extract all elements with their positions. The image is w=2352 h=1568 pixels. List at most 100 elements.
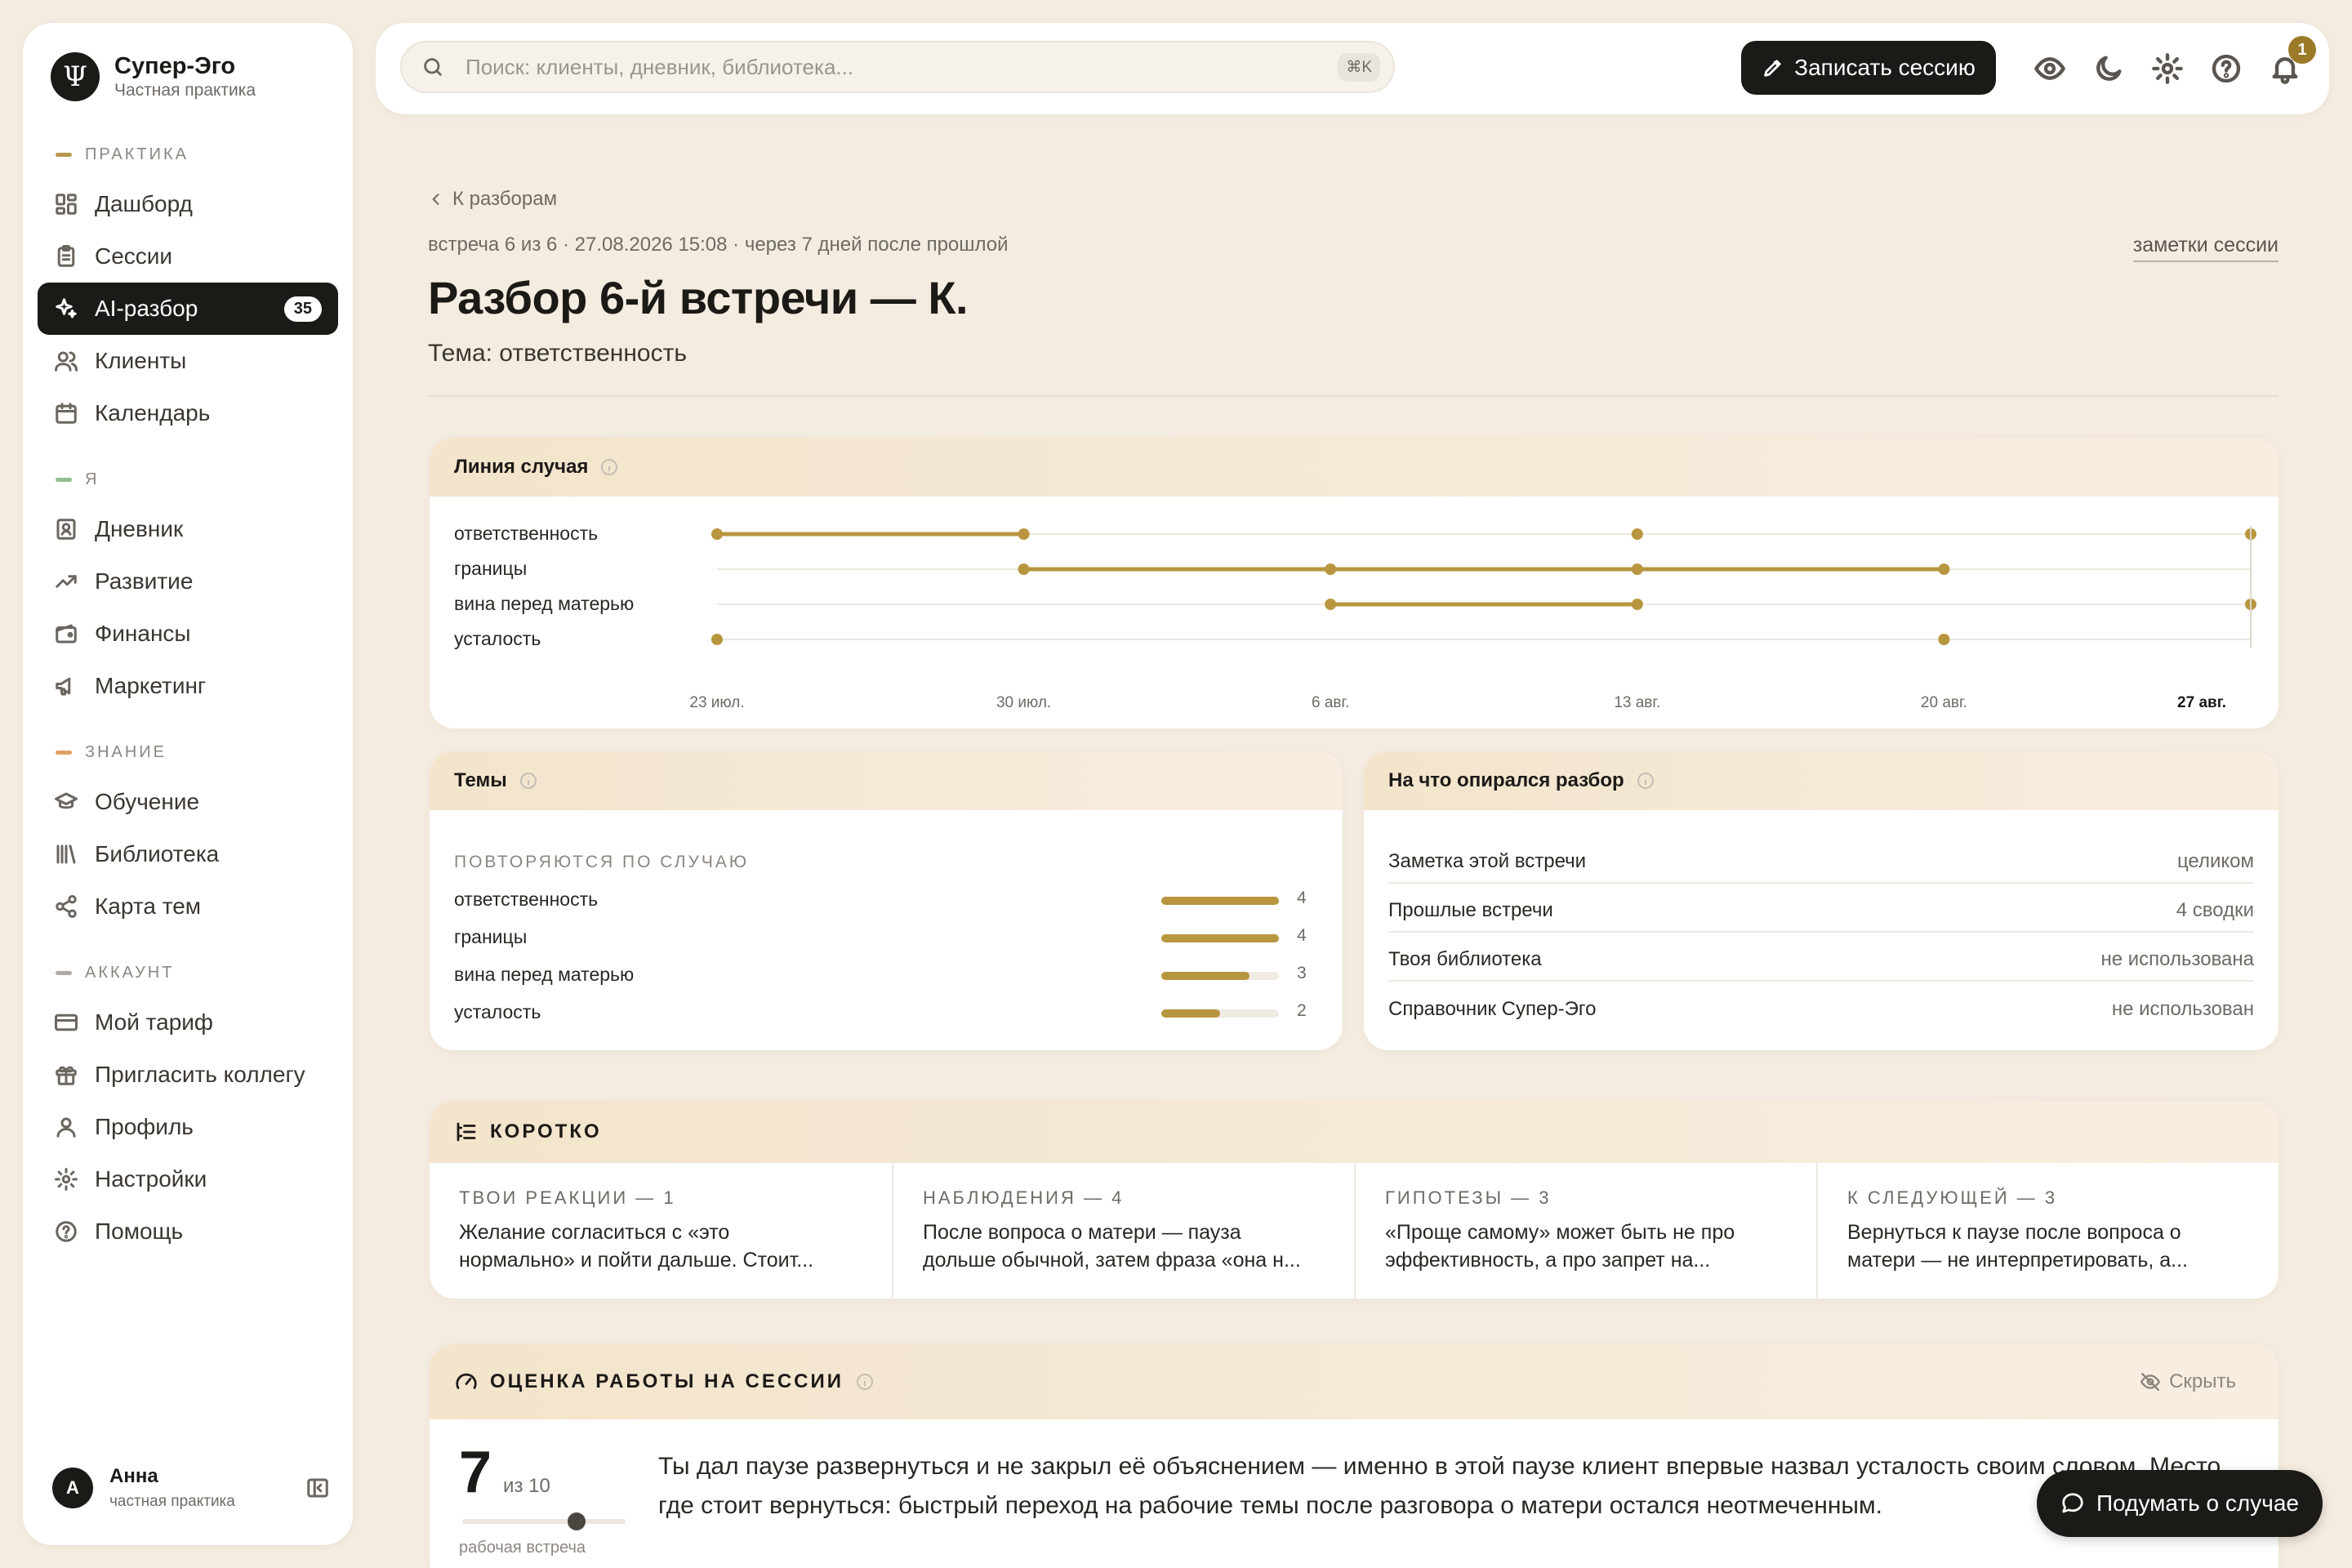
sidebar-item-label: Сессии	[95, 243, 173, 269]
sidebar-item-learning[interactable]: Обучение	[38, 776, 338, 828]
sidebar-item-finance[interactable]: Финансы	[38, 608, 338, 660]
search-shortcut: ⌘K	[1338, 52, 1380, 82]
search-input[interactable]	[466, 54, 1282, 80]
evaluation-line: где стоит вернуться: быстрый переход на …	[658, 1492, 1882, 1519]
theme-bar-track	[1161, 934, 1279, 942]
section-dash	[56, 751, 72, 755]
info-icon[interactable]	[519, 771, 538, 791]
brief-column[interactable]: НАБЛЮДЕНИЯ — 4 После вопроса о матери — п…	[892, 1163, 1354, 1298]
theme-count: 4	[1297, 889, 1307, 907]
theme-row[interactable]: ответственность 4	[454, 889, 1320, 913]
timeline-point[interactable]	[1631, 528, 1643, 540]
score-track	[462, 1519, 626, 1524]
journal-icon	[56, 519, 76, 540]
info-icon[interactable]	[599, 457, 619, 477]
graduation-icon	[55, 792, 78, 809]
help-icon[interactable]	[2210, 52, 2243, 85]
record-session-label: Записать сессию	[1794, 55, 1976, 80]
timeline-point[interactable]	[1631, 564, 1643, 575]
brand[interactable]: Ψ Супер-Эго Частная практика	[51, 52, 256, 101]
sidebar-item-library[interactable]: Библиотека	[38, 828, 338, 880]
card-title: ОЦЕНКА РАБОТЫ НА СЕССИИ	[490, 1370, 844, 1392]
sidebar-item-calendar[interactable]: Календарь	[38, 387, 338, 439]
logo: Ψ	[51, 52, 100, 101]
sidebar-item-label: Пригласить коллегу	[95, 1062, 305, 1087]
sidebar-item-journal[interactable]: Дневник	[38, 503, 338, 555]
source-row: Заметка этой встречи целиком	[1388, 841, 2254, 884]
timeline-point[interactable]	[1938, 564, 1950, 575]
think-about-case-button[interactable]: Подумать о случае	[2037, 1470, 2323, 1537]
theme-bar	[1161, 1009, 1220, 1018]
sidebar-item-help[interactable]: Помощь	[38, 1205, 338, 1258]
sidebar-item-topic-map[interactable]: Карта тем	[38, 880, 338, 933]
gear-icon[interactable]	[2151, 52, 2184, 85]
sidebar-item-profile[interactable]: Профиль	[38, 1101, 338, 1153]
sidebar-item-clients[interactable]: Клиенты	[38, 335, 338, 387]
evaluation-line: Ты дал паузе развернуться и не закрыл её…	[658, 1453, 2228, 1480]
pencil-icon	[1764, 60, 1781, 77]
source-row: Прошлые встречи 4 сводки	[1388, 890, 2254, 933]
eye-icon[interactable]	[2034, 52, 2066, 85]
card-title: На что опирался разбор	[1388, 769, 1624, 791]
collapse-sidebar-icon[interactable]	[305, 1476, 330, 1500]
session-notes-link[interactable]: заметки сессии	[2132, 234, 2278, 262]
score-of: из 10	[503, 1475, 550, 1497]
brief-line: эффективность, а про запрет на...	[1385, 1249, 1711, 1272]
theme-row[interactable]: усталость 2	[454, 1001, 1320, 1026]
timeline-point[interactable]	[1325, 599, 1337, 610]
sidebar-item-sessions[interactable]: Сессии	[38, 230, 338, 283]
themes-card: Темы ПОВТОРЯЮТСЯ ПО СЛУЧАЮ ответственнос…	[430, 751, 1343, 1050]
gear-icon	[55, 1168, 78, 1191]
timeline-point[interactable]	[711, 528, 723, 540]
sidebar-item-ai-review[interactable]: AI-разбор 35	[38, 283, 338, 335]
brief-column[interactable]: ТВОИ РЕАКЦИИ — 1 Желание согласиться с «э…	[430, 1163, 892, 1298]
timeline-point[interactable]	[711, 634, 723, 645]
brief-column[interactable]: К СЛЕДУЮЩЕЙ — 3 Вернуться к паузе после в…	[1816, 1163, 2278, 1298]
evaluation-card: ОЦЕНКА РАБОТЫ НА СЕССИИ Скрыть 7 из 10 р…	[430, 1344, 2278, 1568]
timeline-point[interactable]	[1938, 634, 1950, 645]
info-icon[interactable]	[855, 1372, 875, 1392]
sidebar-item-label: Карта тем	[95, 893, 202, 919]
card-title: Темы	[454, 769, 507, 791]
search-bar[interactable]: ⌘K	[400, 41, 1395, 93]
brief-column[interactable]: ГИПОТЕЗЫ — 3 «Проще самому» может быть не…	[1354, 1163, 1816, 1298]
sidebar-item-dashboard[interactable]: Дашборд	[38, 178, 338, 230]
user-card[interactable]: А Анна частная практика	[52, 1465, 330, 1511]
hide-button[interactable]: Скрыть	[2140, 1370, 2236, 1393]
count-badge: 35	[283, 296, 322, 322]
notification-badge: 1	[2288, 36, 2316, 64]
dashboard-icon	[56, 194, 77, 215]
info-icon[interactable]	[1636, 771, 1655, 791]
sidebar-item-marketing[interactable]: Маркетинг	[38, 660, 338, 712]
sidebar-item-growth[interactable]: Развитие	[38, 555, 338, 608]
score-value: 7	[459, 1440, 492, 1505]
sidebar-item-label: Маркетинг	[95, 673, 207, 698]
moon-icon[interactable]	[2092, 52, 2125, 85]
brand-name: Супер-Эго	[114, 53, 236, 79]
sidebar-item-label: Дневник	[95, 516, 184, 541]
search-icon	[424, 58, 442, 76]
source-value: не использован	[2111, 998, 2254, 1020]
sources-card: На что опирался разбор Заметка этой встр…	[1364, 751, 2278, 1050]
score-caption: рабочая встреча	[459, 1539, 586, 1557]
source-value: целиком	[2176, 850, 2254, 872]
sidebar-item-plan[interactable]: Мой тариф	[38, 996, 338, 1049]
source-value: не использована	[2100, 948, 2254, 970]
avatar: А	[52, 1468, 93, 1508]
sidebar-item-invite[interactable]: Пригласить коллегу	[38, 1049, 338, 1101]
sidebar-item-settings[interactable]: Настройки	[38, 1153, 338, 1205]
timeline-point[interactable]	[1018, 564, 1030, 575]
timeline-point[interactable]	[1325, 564, 1337, 575]
sidebar-item-label: Помощь	[95, 1218, 184, 1244]
theme-row[interactable]: границы 4	[454, 926, 1320, 951]
chevron-left-icon	[432, 194, 439, 205]
brief-line: нормально» и пойти дальше. Стоит...	[459, 1249, 814, 1272]
source-value: 4 сводки	[2176, 899, 2254, 921]
timeline-point[interactable]	[1018, 528, 1030, 540]
sparkles-icon	[56, 298, 77, 318]
theme-row[interactable]: вина перед матерью 3	[454, 964, 1320, 988]
card-header: Темы	[430, 751, 1343, 810]
timeline-point[interactable]	[1631, 599, 1643, 610]
back-link[interactable]: К разборам	[428, 188, 557, 211]
record-session-button[interactable]: Записать сессию	[1741, 41, 1996, 95]
